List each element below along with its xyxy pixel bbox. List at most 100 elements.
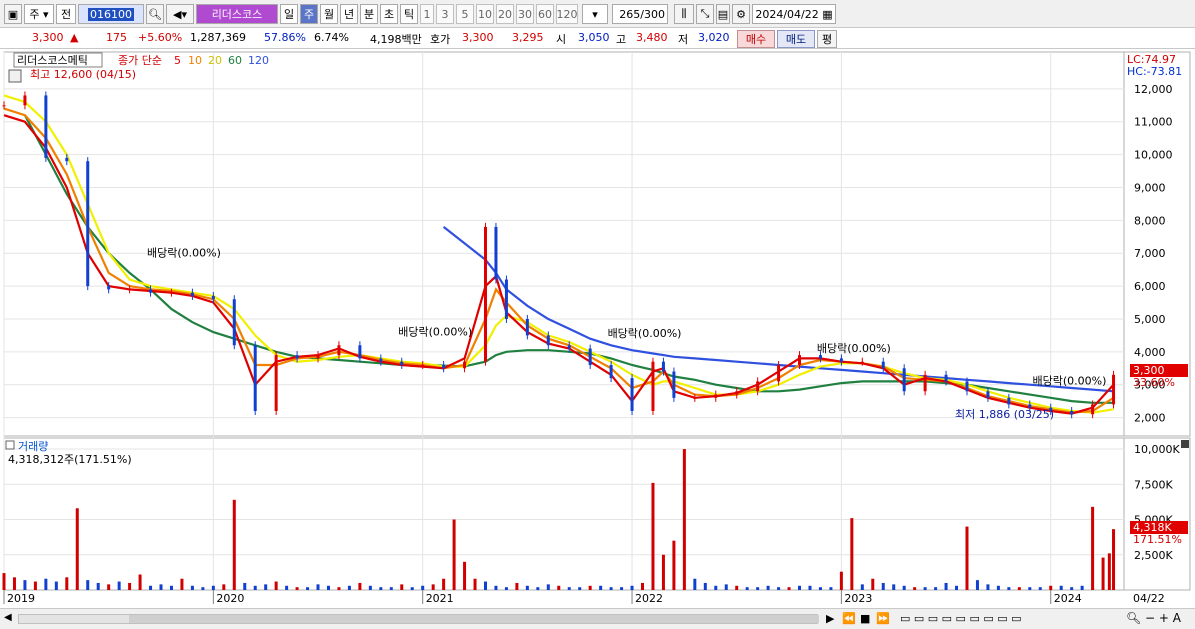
period-main-select[interactable]: 주 ▾: [24, 4, 54, 24]
candle-body: [23, 95, 27, 106]
tab-month[interactable]: 월: [320, 4, 338, 24]
interval-120[interactable]: 120: [556, 4, 578, 24]
layout-icons[interactable]: ▭ ▭ ▭ ▭ ▭ ▭ ▭ ▭ ▭: [900, 612, 1022, 625]
open-price: 3,050: [578, 31, 610, 44]
volume-bar: [578, 587, 582, 590]
interval-20[interactable]: 20: [496, 4, 514, 24]
sell-button[interactable]: 매도: [777, 30, 815, 48]
interval-60[interactable]: 60: [536, 4, 554, 24]
candle-type-icon[interactable]: ⫼: [674, 4, 694, 24]
volume-bar: [986, 584, 990, 590]
interval-30-label: 30: [518, 7, 532, 21]
volume-bar: [682, 449, 686, 590]
volume-close-icon[interactable]: [1181, 440, 1189, 448]
volume-bar: [839, 571, 843, 590]
volume-bar: [913, 587, 917, 590]
volume-bar: [1059, 585, 1063, 590]
calendar-icon[interactable]: [8, 69, 22, 83]
tab-year[interactable]: 년: [340, 4, 358, 24]
volume-bar: [860, 584, 864, 590]
interval-30[interactable]: 30: [516, 4, 534, 24]
date-input[interactable]: 2024/04/22 ▦: [752, 4, 836, 24]
price-change-pct: +5.60%: [138, 31, 183, 44]
avg-button[interactable]: 평: [817, 30, 837, 48]
draw-tool-icon[interactable]: ⤡: [696, 4, 714, 24]
candle-body: [965, 381, 969, 392]
volume-bar: [871, 578, 875, 590]
nav-forward-icon[interactable]: ⏩: [876, 612, 890, 625]
volume-bar: [1007, 587, 1011, 590]
legend-ma60: 60: [228, 54, 242, 67]
tab-week[interactable]: 주: [300, 4, 318, 24]
nav-first-icon[interactable]: ▶: [826, 612, 834, 625]
candle-body: [128, 289, 132, 291]
interval-5[interactable]: 5: [456, 4, 474, 24]
tab-day[interactable]: 일: [280, 4, 298, 24]
code-value: 016100: [88, 7, 134, 21]
volume-bar: [274, 581, 278, 590]
code-input[interactable]: 016100: [78, 4, 144, 24]
scroll-left-icon[interactable]: ◀: [4, 612, 16, 626]
date-value: 2024/04/22: [755, 7, 819, 21]
hc-label: HC:-73.81: [1127, 65, 1182, 78]
stop-icon[interactable]: ■: [860, 612, 870, 625]
volume-pane: [3, 437, 1125, 591]
volume-bar: [128, 582, 132, 590]
volume-bar: [295, 587, 299, 590]
volume-bar: [1038, 587, 1042, 590]
scrollbar-thumb[interactable]: [129, 615, 819, 623]
volume-bar: [306, 587, 310, 590]
interval-3[interactable]: 3: [436, 4, 454, 24]
nav-rewind-icon[interactable]: ⏪: [842, 612, 856, 625]
sound-icon[interactable]: ◀▾: [166, 4, 194, 24]
volume-bar: [44, 578, 48, 590]
candle-body: [295, 355, 299, 359]
volume-bar: [525, 585, 529, 590]
candle-body: [818, 355, 822, 359]
tab-minute[interactable]: 분: [360, 4, 378, 24]
candle-body: [693, 397, 697, 399]
count-field[interactable]: 265/300: [612, 4, 668, 24]
tab-tick[interactable]: 틱: [400, 4, 418, 24]
volume-bar: [672, 540, 676, 590]
volume-bar: [201, 587, 205, 590]
candle-body: [1007, 397, 1011, 405]
tab-second[interactable]: 초: [380, 4, 398, 24]
x-tick-label: 2019: [7, 592, 35, 605]
volume-bar: [1112, 529, 1116, 590]
price-tick-label: 11,000: [1134, 116, 1173, 129]
volume-bar: [504, 587, 508, 590]
price-tick-label: 2,000: [1134, 412, 1166, 425]
low-price: 3,020: [698, 31, 730, 44]
scrollbar-track[interactable]: [18, 614, 819, 624]
pct-tag-text: 33.60%: [1133, 376, 1175, 389]
stock-chart[interactable]: 2,0003,0004,0005,0006,0007,0008,0009,000…: [0, 50, 1195, 609]
zoom-icons[interactable]: 🔍︎ − + A: [1126, 611, 1181, 625]
stock-name-field[interactable]: 리더스코스: [196, 4, 278, 24]
save-icon[interactable]: ▤: [716, 4, 730, 24]
volume-bar: [138, 574, 142, 590]
gear-icon[interactable]: ⚙: [732, 4, 750, 24]
legend-ma20: 20: [208, 54, 222, 67]
interval-select[interactable]: ▾: [582, 4, 608, 24]
prev-button[interactable]: 전: [56, 4, 76, 24]
tab-week-label: 주: [303, 8, 315, 21]
price-tick-label: 4,000: [1134, 346, 1166, 359]
search-icon[interactable]: 🔍︎: [146, 4, 164, 24]
buy-button[interactable]: 매수: [737, 30, 775, 48]
candle-body: [735, 391, 739, 395]
candle-body: [923, 374, 927, 392]
volume-title: 거래량: [18, 440, 48, 453]
legend-ma5: 5: [174, 54, 181, 67]
interval-10[interactable]: 10: [476, 4, 494, 24]
candle-body: [944, 374, 948, 382]
volume-bar: [107, 584, 111, 590]
volume-value: 1,287,369: [190, 31, 246, 44]
candle-body: [777, 364, 781, 382]
x-tick-label: 2020: [216, 592, 244, 605]
volume-bar: [149, 585, 153, 590]
interval-1[interactable]: 1: [420, 4, 434, 24]
window-icon[interactable]: ▣: [4, 4, 22, 24]
volume-bar: [818, 587, 822, 590]
volume-bar: [473, 578, 477, 590]
